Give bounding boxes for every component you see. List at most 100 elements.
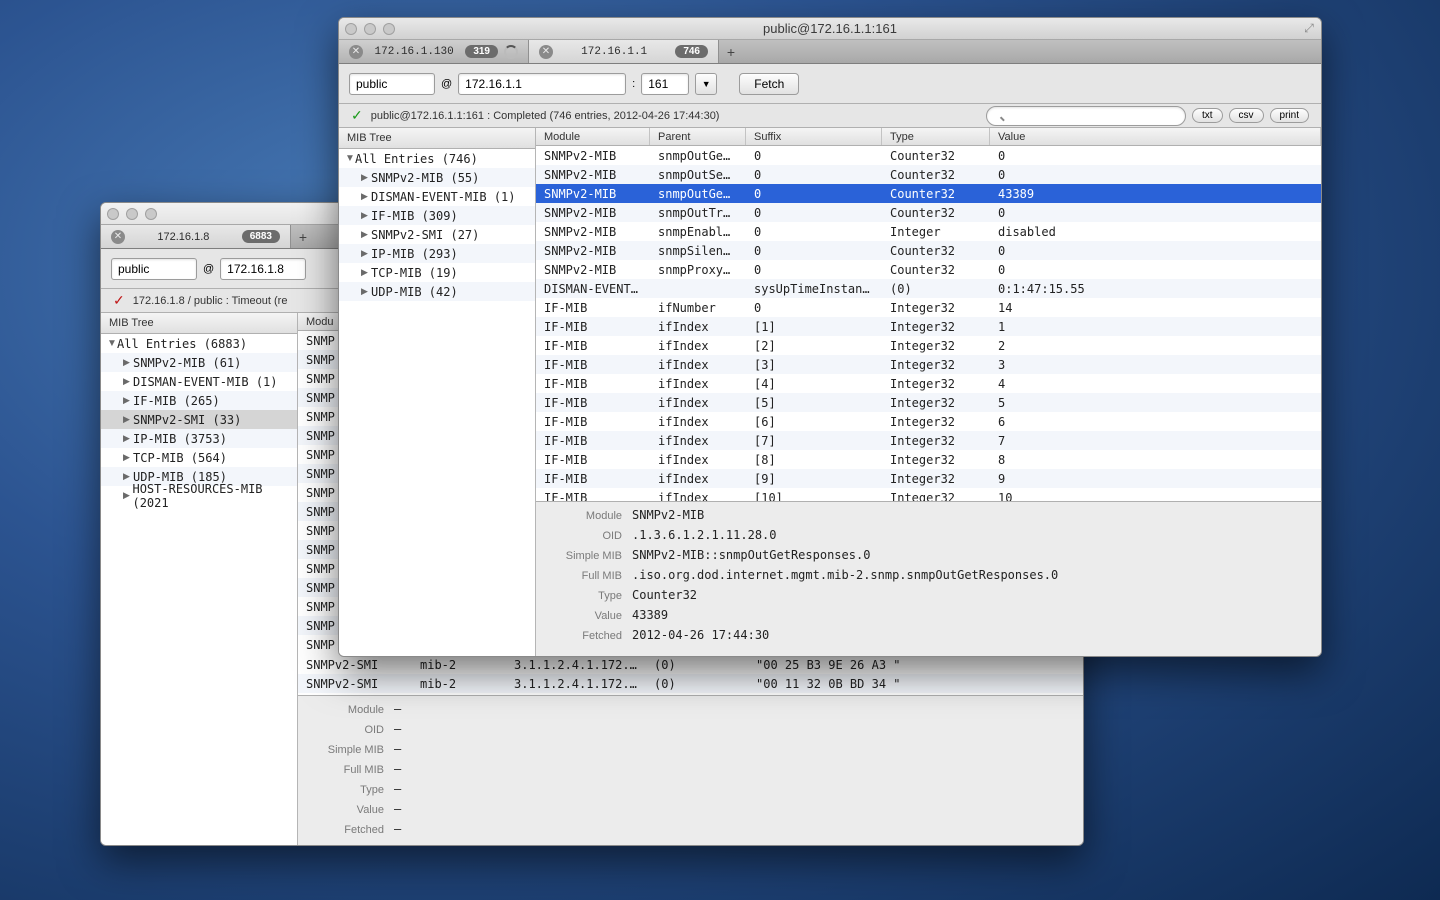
tree-item[interactable]: ▶DISMAN-EVENT-MIB (1) (101, 372, 297, 391)
table-row[interactable]: IF-MIBifIndex[7]Integer327 (536, 431, 1321, 450)
table-row[interactable]: DISMAN-EVENT-MIBsysUpTimeInstance(0)0:1:… (536, 279, 1321, 298)
community-input[interactable] (111, 258, 197, 280)
tree-label: IP-MIB (293) (371, 247, 458, 261)
tab-front-0[interactable]: ✕ 172.16.1.130 319 (339, 40, 529, 63)
tree-label: HOST-RESOURCES-MIB (2021 (132, 482, 297, 510)
tree-item[interactable]: ▶SNMPv2-SMI (27) (339, 225, 535, 244)
close-icon[interactable] (345, 23, 357, 35)
at-label: @ (203, 263, 214, 275)
table-row[interactable]: SNMPv2-MIBsnmpOutGetNe…0Counter320 (536, 146, 1321, 165)
export-csv-button[interactable]: csv (1229, 108, 1264, 123)
col-value[interactable]: Value (990, 128, 1321, 145)
disclosure-icon: ▶ (361, 229, 371, 240)
sidebar-back: MIB Tree ▼All Entries (6883)▶SNMPv2-MIB … (101, 313, 298, 845)
table-row[interactable]: IF-MIBifIndex[2]Integer322 (536, 336, 1321, 355)
mib-tree-back[interactable]: ▼All Entries (6883)▶SNMPv2-MIB (61)▶DISM… (101, 334, 297, 845)
table-row[interactable]: SNMPv2-MIBsnmpOutSetRe…0Counter320 (536, 165, 1321, 184)
search-wrap (986, 106, 1186, 126)
tab-front-1[interactable]: ✕ 172.16.1.1 746 (529, 40, 719, 63)
detail-simple: SNMPv2-MIB::snmpOutGetResponses.0 (632, 548, 870, 562)
host-input[interactable] (220, 258, 306, 280)
table-row[interactable]: IF-MIBifIndex[8]Integer328 (536, 450, 1321, 469)
table-row[interactable]: IF-MIBifIndex[1]Integer321 (536, 317, 1321, 336)
disclosure-icon: ▼ (345, 153, 355, 164)
disclosure-icon: ▶ (361, 172, 371, 183)
tree-label: IF-MIB (309) (371, 209, 458, 223)
table-row[interactable]: SNMPv2-MIBsnmpProxyDro…0Counter320 (536, 260, 1321, 279)
tree-item[interactable]: ▶SNMPv2-MIB (61) (101, 353, 297, 372)
tree-item[interactable]: ▼All Entries (6883) (101, 334, 297, 353)
tabstrip-front: ✕ 172.16.1.130 319 ✕ 172.16.1.1 746 + (339, 40, 1321, 64)
tree-item[interactable]: ▶IP-MIB (3753) (101, 429, 297, 448)
zoom-icon[interactable] (383, 23, 395, 35)
disclosure-icon: ▶ (123, 452, 133, 463)
search-input[interactable] (986, 106, 1186, 126)
tree-item[interactable]: ▶TCP-MIB (564) (101, 448, 297, 467)
disclosure-icon: ▶ (123, 395, 133, 406)
tab-badge: 319 (465, 45, 498, 58)
query-bar-front: @ : ▼ Fetch (339, 64, 1321, 104)
col-suffix[interactable]: Suffix (746, 128, 882, 145)
port-dropdown[interactable]: ▼ (695, 73, 717, 95)
close-tab-icon[interactable]: ✕ (539, 45, 553, 59)
tree-item[interactable]: ▶IF-MIB (265) (101, 391, 297, 410)
tab-back-0[interactable]: ✕ 172.16.1.8 6883 (101, 225, 291, 248)
table-row[interactable]: IF-MIBifIndex[9]Integer329 (536, 469, 1321, 488)
table-row[interactable]: IF-MIBifIndex[6]Integer326 (536, 412, 1321, 431)
table-back-bottom[interactable]: SNMPv2-SMImib-23.1.1.2.4.1.172.16…(0)"00… (298, 655, 1083, 695)
fetch-button[interactable]: Fetch (739, 73, 799, 95)
minimize-icon[interactable] (126, 208, 138, 220)
tree-item[interactable]: ▼All Entries (746) (339, 149, 535, 168)
minimize-icon[interactable] (364, 23, 376, 35)
tree-label: IF-MIB (265) (133, 394, 220, 408)
close-tab-icon[interactable]: ✕ (111, 230, 125, 244)
port-input[interactable] (641, 73, 689, 95)
tree-label: SNMPv2-SMI (27) (371, 228, 479, 242)
tree-item[interactable]: ▶UDP-MIB (42) (339, 282, 535, 301)
tree-item[interactable]: ▶SNMPv2-MIB (55) (339, 168, 535, 187)
table-row[interactable]: SNMPv2-MIBsnmpOutTraps0Counter320 (536, 203, 1321, 222)
tree-item[interactable]: ▶IF-MIB (309) (339, 206, 535, 225)
table-row[interactable]: SNMPv2-MIBsnmpEnableAu…0Integerdisabled (536, 222, 1321, 241)
table-row[interactable]: SNMPv2-MIBsnmpOutGetRe…0Counter3243389 (536, 184, 1321, 203)
detail-type: Counter32 (632, 588, 697, 602)
table-row[interactable]: IF-MIBifNumber0Integer3214 (536, 298, 1321, 317)
close-tab-icon[interactable]: ✕ (349, 45, 363, 59)
table-row[interactable]: SNMPv2-MIBsnmpSilentDr…0Counter320 (536, 241, 1321, 260)
tree-item[interactable]: ▶TCP-MIB (19) (339, 263, 535, 282)
mib-tree-front[interactable]: ▼All Entries (746)▶SNMPv2-MIB (55)▶DISMA… (339, 149, 535, 656)
tree-item[interactable]: ▶DISMAN-EVENT-MIB (1) (339, 187, 535, 206)
tree-item[interactable]: ▶SNMPv2-SMI (33) (101, 410, 297, 429)
zoom-icon[interactable] (145, 208, 157, 220)
export-txt-button[interactable]: txt (1192, 108, 1223, 123)
col-parent[interactable]: Parent (650, 128, 746, 145)
tab-addr: 172.16.1.8 (131, 231, 236, 243)
disclosure-icon: ▶ (123, 490, 132, 501)
table-front[interactable]: SNMPv2-MIBsnmpOutGetNe…0Counter320SNMPv2… (536, 146, 1321, 501)
print-button[interactable]: print (1270, 108, 1309, 123)
tree-label: SNMPv2-SMI (33) (133, 413, 241, 427)
tree-item[interactable]: ▶HOST-RESOURCES-MIB (2021 (101, 486, 297, 505)
add-tab-button[interactable]: + (291, 225, 315, 248)
table-row[interactable]: SNMPv2-SMImib-23.1.1.2.4.1.172.16…(0)"00… (298, 674, 1083, 693)
tree-label: IP-MIB (3753) (133, 432, 227, 446)
titlebar-front[interactable]: public@172.16.1.1:161 ⤢ (339, 18, 1321, 40)
community-input[interactable] (349, 73, 435, 95)
table-header-front[interactable]: Module Parent Suffix Type Value (536, 128, 1321, 146)
tree-label: All Entries (6883) (117, 337, 247, 351)
fullscreen-icon[interactable]: ⤢ (1303, 23, 1315, 35)
disclosure-icon: ▶ (361, 248, 371, 259)
host-input[interactable] (458, 73, 626, 95)
table-row[interactable]: SNMPv2-SMImib-23.1.1.2.4.1.172.16…(0)"00… (298, 655, 1083, 674)
table-row[interactable]: IF-MIBifIndex[5]Integer325 (536, 393, 1321, 412)
col-module[interactable]: Module (536, 128, 650, 145)
detail-value: 43389 (632, 608, 668, 622)
table-row[interactable]: IF-MIBifIndex[10]Integer3210 (536, 488, 1321, 501)
col-type[interactable]: Type (882, 128, 990, 145)
add-tab-button[interactable]: + (719, 40, 743, 63)
tree-item[interactable]: ▶IP-MIB (293) (339, 244, 535, 263)
table-row[interactable]: IF-MIBifIndex[3]Integer323 (536, 355, 1321, 374)
close-icon[interactable] (107, 208, 119, 220)
detail-fetched: 2012-04-26 17:44:30 (632, 628, 769, 642)
table-row[interactable]: IF-MIBifIndex[4]Integer324 (536, 374, 1321, 393)
